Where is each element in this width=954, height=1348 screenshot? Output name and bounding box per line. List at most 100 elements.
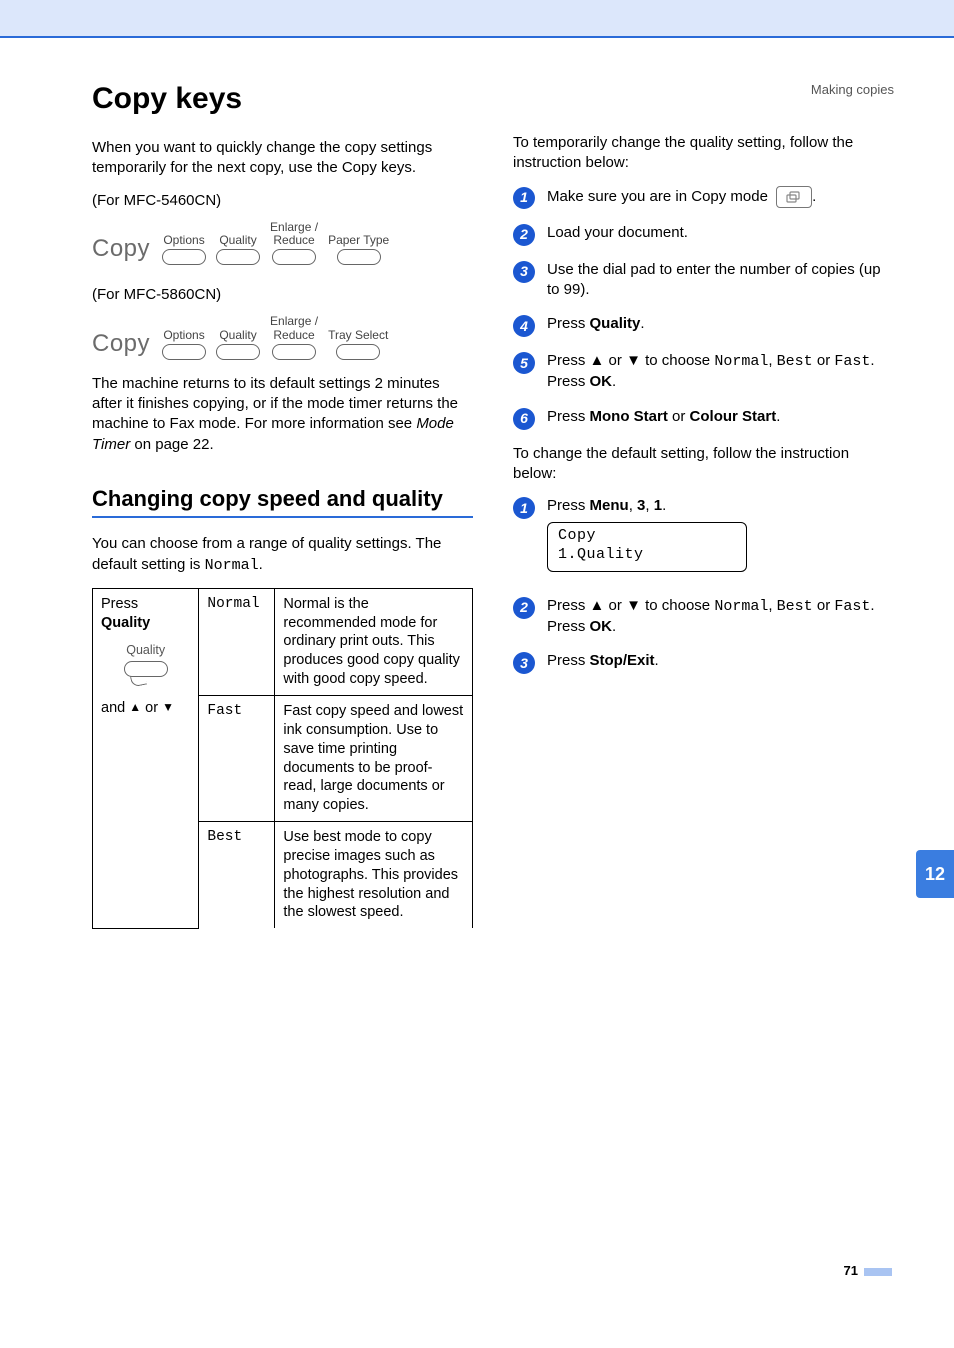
table-row: Press Quality Quality and ▲ or ▼ Normal … [93, 588, 473, 695]
key-tray-select: Tray Select [328, 317, 388, 360]
text: or [813, 352, 835, 369]
page-title: Copy keys [92, 82, 473, 116]
bold-text: Mono Start [590, 408, 668, 425]
step: 5 Press ▲ or ▼ to choose Normal, Best or… [513, 351, 894, 393]
key-options: Options [162, 222, 206, 265]
step: 1 Make sure you are in Copy mode . [513, 186, 894, 209]
key-panel-5860: Copy Options Quality Enlarge / Reduce Tr… [92, 309, 473, 373]
triangle-up-icon: ▲ [129, 700, 141, 716]
press-quality-cell: Press Quality Quality and ▲ or ▼ [93, 588, 199, 928]
desc-cell: Fast copy speed and lowest ink consumpti… [275, 695, 473, 821]
step-body: Press Stop/Exit. [547, 651, 894, 671]
page-number-bar-icon [864, 1268, 892, 1276]
copy-mode-icon [776, 186, 812, 208]
top-band [0, 0, 954, 38]
copy-label: Copy [92, 235, 150, 265]
step-number-badge: 1 [513, 187, 535, 209]
key-options: Options [162, 317, 206, 360]
desc-cell: Normal is the recommended mode for ordin… [275, 588, 473, 695]
mono-text: Best [777, 598, 813, 615]
section-heading: Changing copy speed and quality [92, 485, 473, 513]
desc-cell: Use best mode to copy precise images suc… [275, 822, 473, 929]
lcd-display: Copy 1.Quality [547, 522, 747, 572]
intro-paragraph: When you want to quickly change the copy… [92, 138, 473, 179]
bold-text: Stop/Exit [590, 652, 655, 669]
text: to choose [641, 352, 714, 369]
left-column: Copy keys When you want to quickly chang… [92, 82, 473, 929]
text: . [655, 652, 659, 669]
option-cell: Best [199, 822, 275, 929]
key-label: Tray Select [328, 329, 388, 342]
option-cell: Normal [199, 588, 275, 695]
default-intro: To change the default setting, follow th… [513, 444, 894, 485]
text: Make sure you are in Copy mode [547, 187, 772, 204]
key-label: Quality [219, 329, 256, 342]
chapter-tab: 12 [916, 850, 954, 898]
key-label-top: Enlarge / [270, 315, 318, 328]
key-paper-type: Paper Type [328, 222, 389, 265]
triangle-up-icon: ▲ [590, 352, 605, 369]
text: . [776, 408, 780, 425]
text: , [768, 597, 776, 614]
text: or [813, 597, 835, 614]
keycap-icon [272, 344, 316, 360]
triangle-down-icon: ▼ [626, 597, 641, 614]
key-enlarge-reduce: Enlarge / Reduce [270, 315, 318, 359]
text: to choose [641, 597, 714, 614]
text: Press [547, 408, 590, 425]
text: Press [101, 596, 138, 612]
bold-text: Quality [590, 315, 641, 332]
bold-text: Quality [101, 615, 150, 631]
temporary-steps: 1 Make sure you are in Copy mode . 2 Loa… [513, 186, 894, 430]
triangle-up-icon: ▲ [590, 597, 605, 614]
step: 1 Press Menu, 3, 1. Copy 1.Quality [513, 496, 894, 582]
keycap-icon [336, 344, 380, 360]
key-label: Options [163, 234, 204, 247]
keycap-icon [162, 344, 206, 360]
key-quality: Quality [216, 317, 260, 360]
text: . [812, 187, 816, 204]
mono-text: Normal [714, 598, 768, 615]
quality-table: Press Quality Quality and ▲ or ▼ Normal … [92, 588, 473, 929]
text: . [640, 315, 644, 332]
key-label: Quality [219, 234, 256, 247]
keycap-icon [216, 249, 260, 265]
temp-intro: To temporarily change the quality settin… [513, 133, 894, 174]
key-label: Reduce [273, 234, 314, 247]
step-number-badge: 6 [513, 408, 535, 430]
heading-rule [92, 516, 473, 518]
text: or [668, 408, 690, 425]
step: 2 Press ▲ or ▼ to choose Normal, Best or… [513, 596, 894, 638]
step-number-badge: 5 [513, 352, 535, 374]
text: The machine returns to its default setti… [92, 375, 458, 433]
page-number-text: 71 [844, 1263, 858, 1278]
step-body: Press ▲ or ▼ to choose Normal, Best or F… [547, 596, 894, 638]
keycap-icon [337, 249, 381, 265]
text: or [604, 597, 626, 614]
lcd-line: 1.Quality [558, 546, 736, 565]
triangle-down-icon: ▼ [162, 700, 174, 716]
default-steps: 1 Press Menu, 3, 1. Copy 1.Quality 2 Pre… [513, 496, 894, 674]
text: , [768, 352, 776, 369]
step-number-badge: 3 [513, 652, 535, 674]
step-body: Press Quality. [547, 314, 894, 334]
step-body: Use the dial pad to enter the number of … [547, 260, 894, 301]
mono-text: Best [777, 353, 813, 370]
step: 3 Use the dial pad to enter the number o… [513, 260, 894, 301]
text: . [612, 618, 616, 635]
keycap-icon [272, 249, 316, 265]
text: or [141, 700, 162, 716]
key-label: Options [163, 329, 204, 342]
return-default-paragraph: The machine returns to its default setti… [92, 374, 473, 455]
text: Press [547, 315, 590, 332]
keycap-icon [162, 249, 206, 265]
step-number-badge: 2 [513, 597, 535, 619]
bold-text: Menu [590, 497, 629, 514]
text: Press [547, 597, 590, 614]
step: 4 Press Quality. [513, 314, 894, 337]
quality-intro: You can choose from a range of quality s… [92, 534, 473, 576]
lcd-line: Copy [558, 527, 736, 546]
bold-text: Colour Start [690, 408, 777, 425]
option-cell: Fast [199, 695, 275, 821]
bold-text: OK [590, 618, 613, 635]
